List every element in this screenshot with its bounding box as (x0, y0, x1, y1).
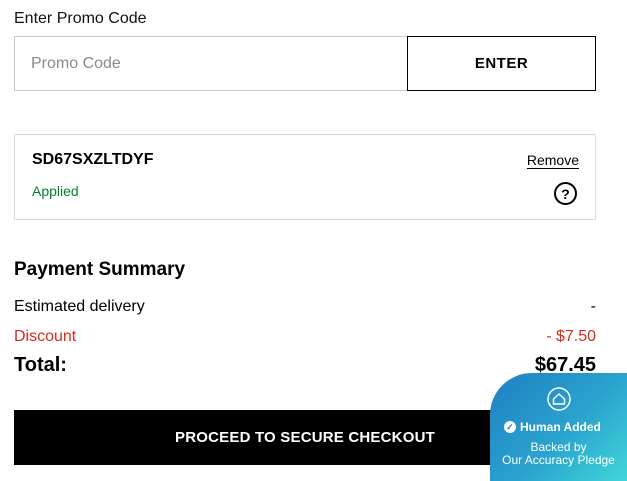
backed-by-text: Backed by (530, 440, 587, 454)
applied-status: Applied (32, 183, 79, 199)
total-row: Total: $67.45 (14, 354, 596, 377)
accuracy-pledge-badge[interactable]: ✓ Human Added Backed by Our Accuracy Ple… (490, 373, 627, 481)
applied-promo-code: SD67SXZLTDYF (32, 151, 154, 168)
delivery-value: - (590, 298, 596, 315)
promo-code-input[interactable] (14, 36, 407, 91)
discount-label: Discount (14, 328, 77, 345)
delivery-row: Estimated delivery - (14, 298, 596, 316)
home-shield-icon (547, 387, 571, 411)
applied-promo-card: SD67SXZLTDYF Applied Remove ? (14, 134, 596, 220)
remove-promo-link[interactable]: Remove (527, 152, 579, 168)
total-label: Total: (14, 354, 67, 376)
human-added-text: Human Added (520, 420, 601, 434)
accuracy-pledge-text: Our Accuracy Pledge (502, 453, 615, 467)
discount-value: - $7.50 (546, 328, 596, 345)
enter-button[interactable]: ENTER (407, 36, 596, 91)
delivery-label: Estimated delivery (14, 298, 145, 315)
help-icon[interactable]: ? (554, 182, 577, 205)
promo-code-row: ENTER (14, 36, 596, 91)
check-icon: ✓ (504, 421, 516, 433)
discount-row: Discount - $7.50 (14, 328, 596, 346)
promo-label: Enter Promo Code (14, 10, 147, 27)
payment-summary-title: Payment Summary (14, 259, 186, 280)
human-added-row: ✓ Human Added (504, 420, 601, 434)
